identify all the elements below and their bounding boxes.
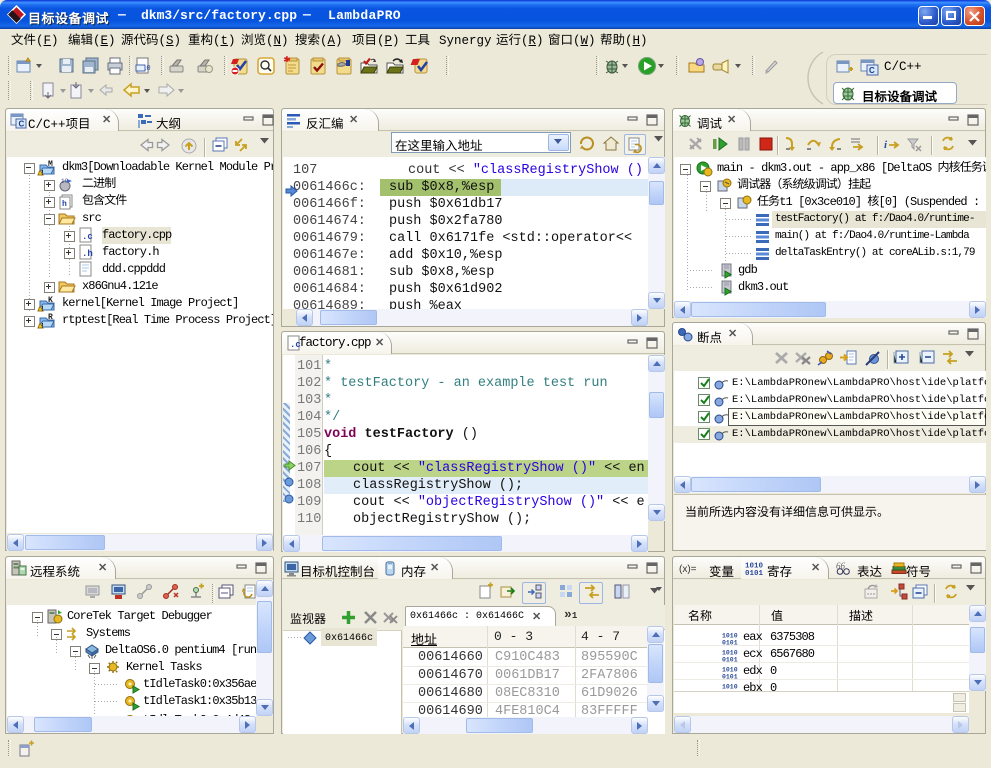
svg-text:C: C: [869, 66, 875, 75]
svg-text:0101: 0101: [722, 640, 738, 647]
svg-text:!: !: [41, 323, 45, 330]
svg-text:i: i: [884, 139, 888, 151]
svg-text:1010: 1010: [722, 667, 738, 674]
svg-text:1010: 1010: [722, 650, 738, 657]
svg-text:0101: 0101: [722, 674, 738, 681]
svg-text:0101: 0101: [722, 657, 738, 664]
svg-text:h: h: [62, 200, 67, 209]
svg-text:1010: 1010: [722, 633, 738, 640]
svg-text:0101: 0101: [745, 570, 764, 578]
svg-text:.h: .h: [82, 249, 93, 259]
svg-text:M: M: [48, 160, 53, 169]
svg-text:R: R: [48, 313, 53, 322]
svg-text:K: K: [48, 296, 53, 305]
svg-text:(x)=: (x)=: [679, 564, 697, 575]
svg-text:.c: .c: [82, 232, 93, 242]
svg-text:C: C: [19, 120, 25, 129]
svg-text:!: !: [41, 170, 45, 177]
svg-text:1010: 1010: [722, 684, 738, 691]
